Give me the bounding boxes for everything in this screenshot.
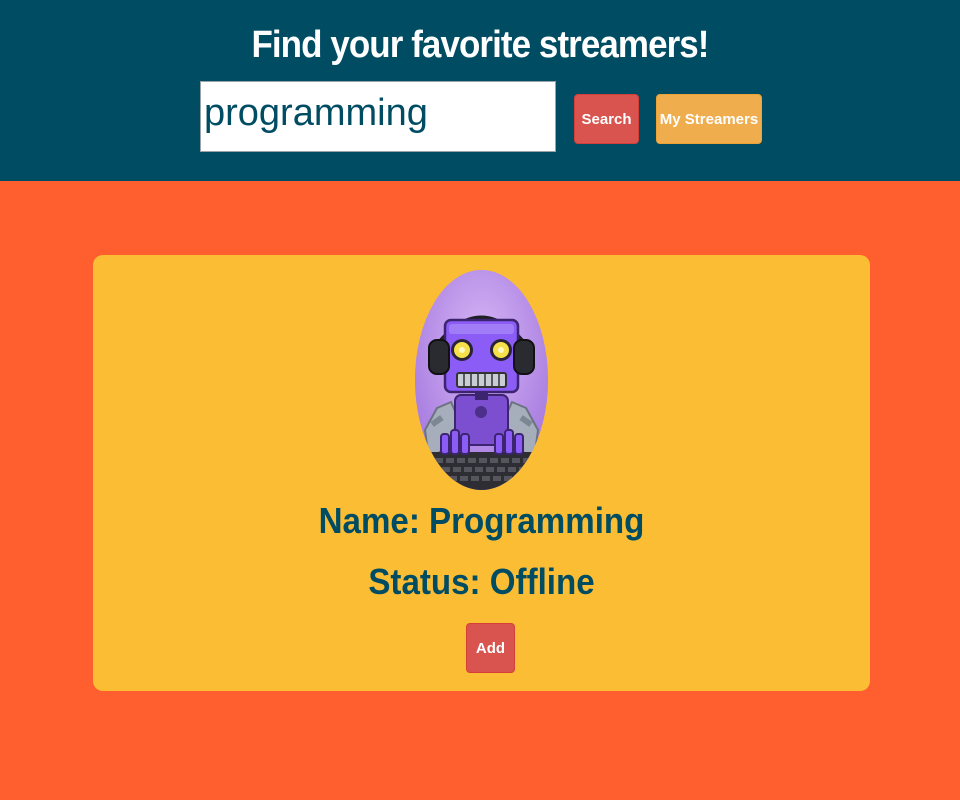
streamer-name: Name: Programming — [318, 500, 645, 541]
search-button[interactable]: Search — [574, 94, 639, 144]
header-bar: Find your favorite streamers! Search My … — [0, 0, 960, 181]
robot-gamer-icon — [415, 270, 548, 490]
streamer-card: Name: Programming Status: Offline Add — [93, 255, 870, 691]
streamer-avatar — [415, 270, 548, 490]
search-input[interactable] — [200, 81, 556, 152]
my-streamers-button[interactable]: My Streamers — [656, 94, 762, 144]
streamer-status: Status: Offline — [368, 561, 595, 602]
page-title: Find your favorite streamers! — [251, 24, 709, 66]
add-button[interactable]: Add — [466, 623, 515, 673]
